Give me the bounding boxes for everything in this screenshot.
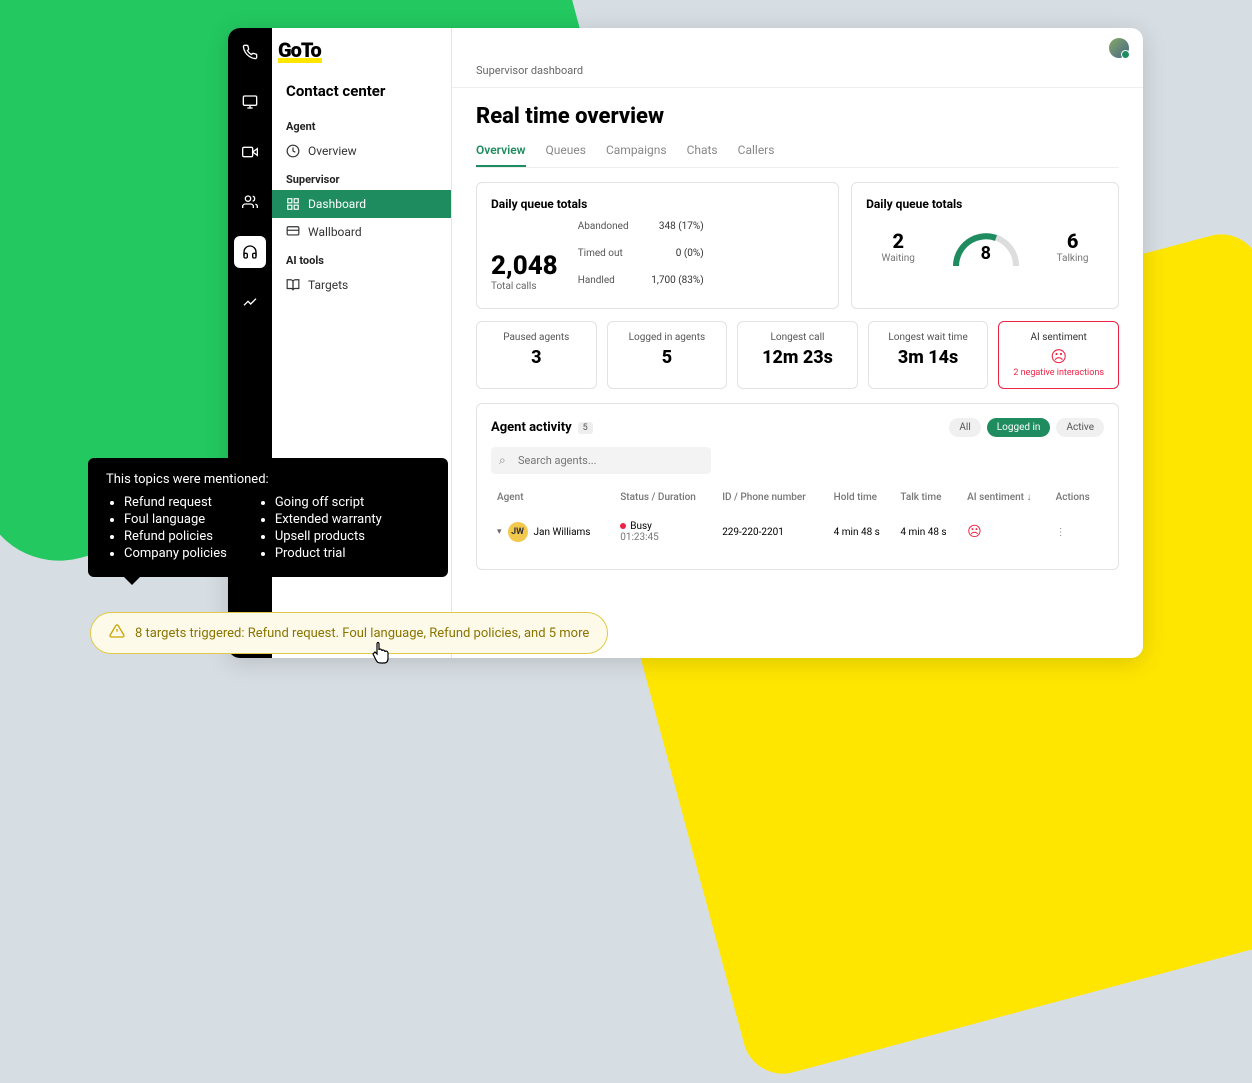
gauge-icon [286,144,300,158]
bar-value: 0 (0%) [644,248,704,259]
book-icon [286,278,300,292]
total-calls-label: Total calls [491,281,558,292]
tab-overview[interactable]: Overview [476,143,526,167]
col-status: Status / Duration [616,486,716,509]
section-agent: Agent [272,112,451,137]
rail-phone-icon[interactable] [234,36,266,68]
agent-name: Jan Williams [534,527,591,538]
cursor-icon [370,642,392,671]
bar-value: 1,700 (83%) [644,275,704,286]
agent-hold: 4 min 48 s [830,511,895,553]
topic-item: Refund policies [124,529,227,544]
tab-campaigns[interactable]: Campaigns [606,143,667,167]
talking-label: Talking [1057,253,1089,264]
targets-alert-pill[interactable]: 8 targets triggered: Refund request. Fou… [90,612,608,654]
agent-status: Busy [630,521,652,532]
col-actions: Actions [1052,486,1102,509]
talking-value: 6 [1057,229,1089,253]
section-supervisor: Supervisor [272,165,451,190]
tabs: Overview Queues Campaigns Chats Callers [476,143,1119,168]
agent-activity-card: Agent activity 5 All Logged in Active ⌕ [476,403,1119,570]
topic-item: Going off script [275,495,382,510]
main: Supervisor dashboard Real time overview … [452,28,1143,658]
metric-loggedin: Logged in agents 5 [607,321,728,389]
waiting-value: 2 [882,229,915,253]
frown-icon: ☹ [1005,347,1112,366]
rail-video-icon[interactable] [234,136,266,168]
tooltip-title: This topics were mentioned: [106,472,430,487]
section-aitools: AI tools [272,246,451,271]
col-id: ID / Phone number [718,486,827,509]
rail-headset-icon[interactable] [234,236,266,268]
topic-item: Upsell products [275,529,382,544]
filter-active[interactable]: Active [1056,418,1104,437]
total-calls-value: 2,048 [491,251,558,281]
activity-title: Agent activity [491,420,572,435]
tab-queues[interactable]: Queues [546,143,586,167]
queue-totals-card: Daily queue totals 2,048 Total calls Aba… [476,182,839,309]
frown-icon: ☹ [967,524,982,540]
dashboard-icon [286,197,300,211]
sidebar-item-dashboard[interactable]: Dashboard [272,190,451,218]
chevron-down-icon[interactable]: ▾ [497,527,502,537]
gauge-chart: 8 [946,221,1026,271]
metric-ai-sentiment[interactable]: AI sentiment ☹ 2 negative interactions [998,321,1119,389]
waiting-label: Waiting [882,253,915,264]
card-title: Daily queue totals [866,197,1104,211]
gauge-card: Daily queue totals 2 Waiting 8 6 Talkin [851,182,1119,309]
bar-label: Abandoned [578,221,636,232]
col-talk: Talk time [896,486,961,509]
logo-underline [278,58,322,63]
nav-label: Dashboard [308,197,366,211]
bar-label: Timed out [578,248,636,259]
topics-tooltip: This topics were mentioned: Refund reque… [88,458,448,577]
metric-longest-wait: Longest wait time 3m 14s [868,321,989,389]
rail-monitor-icon[interactable] [234,86,266,118]
wallboard-icon [286,225,300,239]
sidebar-title: Contact center [272,72,451,112]
nav-label: Targets [308,278,348,292]
sidebar-item-overview[interactable]: Overview [272,137,451,165]
page-title: Real time overview [476,104,1119,129]
filter-all[interactable]: All [949,418,980,437]
col-sentiment[interactable]: AI sentiment ↓ [963,486,1049,509]
tab-chats[interactable]: Chats [687,143,718,167]
bar-label: Handled [578,275,636,286]
breadcrumb: Supervisor dashboard [452,64,1143,88]
rail-chart-icon[interactable] [234,286,266,318]
tab-callers[interactable]: Callers [738,143,775,167]
topic-item: Refund request [124,495,227,510]
status-dot-icon [620,523,626,529]
search-agents-input[interactable] [491,447,711,474]
nav-label: Wallboard [308,225,362,239]
topic-item: Product trial [275,546,382,561]
agent-avatar: JW [508,522,528,542]
bar-value: 348 (17%) [644,221,704,232]
filter-loggedin[interactable]: Logged in [987,418,1051,437]
col-agent: Agent [493,486,614,509]
card-title: Daily queue totals [491,197,824,211]
sidebar-item-targets[interactable]: Targets [272,271,451,299]
row-actions-icon[interactable]: ⋮ [1056,527,1066,538]
topic-item: Foul language [124,512,227,527]
sidebar-item-wallboard[interactable]: Wallboard [272,218,451,246]
col-hold: Hold time [830,486,895,509]
gauge-value: 8 [946,243,1026,264]
metric-longest-call: Longest call 12m 23s [737,321,858,389]
agent-duration: 01:23:45 [620,532,712,543]
activity-count: 5 [578,422,593,434]
metric-paused: Paused agents 3 [476,321,597,389]
topic-item: Extended warranty [275,512,382,527]
topic-item: Company policies [124,546,227,561]
agent-row[interactable]: ▾ JW Jan Williams Busy 01:23:45 229-220-… [493,511,1102,553]
user-avatar[interactable] [1109,38,1129,58]
agent-id: 229-220-2201 [718,511,827,553]
nav-label: Overview [308,144,357,158]
agent-talk: 4 min 48 s [896,511,961,553]
rail-people-icon[interactable] [234,186,266,218]
search-icon: ⌕ [499,453,506,468]
warning-icon [109,623,125,643]
alert-text: 8 targets triggered: Refund request. Fou… [135,626,589,641]
